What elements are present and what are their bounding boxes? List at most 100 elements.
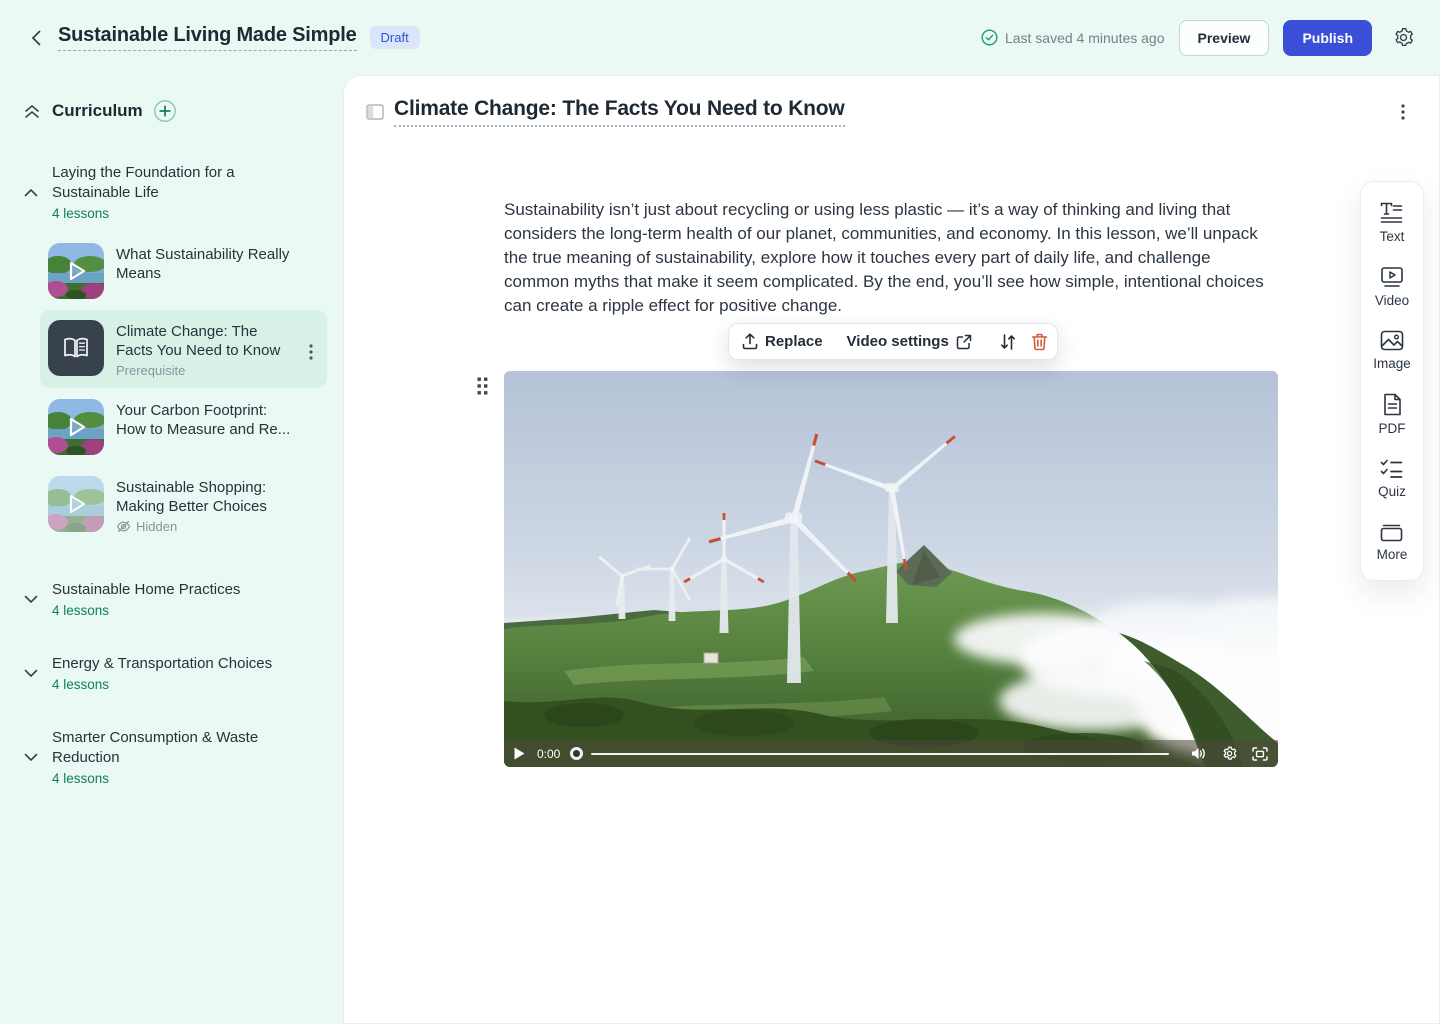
add-quiz-block-button[interactable]: Quiz	[1378, 458, 1406, 499]
add-pdf-block-button[interactable]: PDF	[1379, 393, 1406, 436]
fullscreen-button[interactable]	[1252, 747, 1268, 761]
play-overlay-icon	[48, 476, 104, 532]
course-title[interactable]: Sustainable Living Made Simple	[58, 24, 357, 51]
plus-circle-icon	[153, 99, 177, 123]
app-header: Sustainable Living Made Simple Draft Las…	[0, 0, 1440, 75]
chevron-down-icon	[24, 595, 38, 604]
open-book-icon	[62, 336, 90, 360]
video-quality-button[interactable]	[1222, 746, 1237, 761]
section-lesson-count: 4 lessons	[52, 771, 282, 786]
section-expand-button[interactable]	[24, 728, 40, 786]
volume-icon	[1191, 747, 1207, 760]
section-title[interactable]: Sustainable Home Practices	[52, 580, 240, 600]
lesson-title: What Sustainability Really Means	[116, 245, 296, 283]
replace-video-button[interactable]: Replace	[742, 333, 823, 350]
video-block-toolbar: Replace Video settings	[728, 323, 1058, 360]
gear-icon	[1222, 746, 1237, 761]
chevron-left-icon	[31, 30, 41, 46]
video-settings-button[interactable]: Video settings	[847, 333, 972, 350]
lesson-menu-button[interactable]	[309, 344, 313, 360]
lesson-title: Your Carbon Footprint: How to Measure an…	[116, 401, 296, 439]
volume-button[interactable]	[1191, 747, 1207, 760]
text-block-icon	[1380, 202, 1403, 224]
palette-item-label: PDF	[1379, 421, 1406, 436]
add-image-block-button[interactable]: Image	[1373, 330, 1411, 371]
lesson-subtitle: Prerequisite	[116, 363, 296, 378]
add-section-button[interactable]	[153, 99, 177, 123]
play-icon	[514, 747, 525, 760]
curriculum-section[interactable]: Smarter Consumption & Waste Reduction 4 …	[16, 728, 327, 786]
publish-button[interactable]: Publish	[1283, 20, 1372, 56]
play-overlay-icon	[48, 399, 104, 455]
gear-icon	[1393, 27, 1414, 48]
section-expand-button[interactable]	[24, 580, 40, 618]
palette-item-label: Text	[1380, 229, 1405, 244]
add-text-block-button[interactable]: Text	[1380, 202, 1405, 244]
video-player[interactable]: 0:00	[504, 371, 1278, 767]
sort-arrows-icon	[999, 333, 1017, 351]
eye-off-icon	[116, 520, 131, 533]
pdf-block-icon	[1383, 393, 1402, 416]
more-blocks-button[interactable]: More	[1377, 521, 1408, 562]
section-lesson-count: 4 lessons	[52, 677, 272, 692]
status-badge: Draft	[370, 26, 420, 49]
lesson-title-heading[interactable]: Climate Change: The Facts You Need to Kn…	[394, 97, 845, 127]
lesson-list: What Sustainability Really Means Climate…	[40, 233, 327, 544]
lesson-item-sustainable-shopping[interactable]: Sustainable Shopping: Making Better Choi…	[40, 466, 327, 544]
curriculum-section[interactable]: Laying the Foundation for a Sustainable …	[16, 163, 327, 221]
scrubber-knob[interactable]	[570, 747, 583, 760]
double-chevron-up-icon	[24, 104, 40, 119]
collapse-all-button[interactable]	[24, 104, 40, 119]
saved-status-text: Last saved 4 minutes ago	[1005, 30, 1165, 46]
section-title[interactable]: Energy & Transportation Choices	[52, 654, 272, 674]
curriculum-section[interactable]: Sustainable Home Practices 4 lessons	[16, 580, 327, 618]
play-button[interactable]	[514, 747, 525, 760]
lesson-item-carbon-footprint[interactable]: Your Carbon Footprint: How to Measure an…	[40, 389, 327, 465]
lesson-item-climate-change[interactable]: Climate Change: The Facts You Need to Kn…	[40, 310, 327, 388]
block-drag-handle[interactable]	[473, 373, 491, 399]
progress-track[interactable]	[591, 753, 1169, 755]
video-control-bar: 0:00	[504, 740, 1278, 767]
palette-item-label: More	[1377, 547, 1408, 562]
lesson-title: Sustainable Shopping: Making Better Choi…	[116, 478, 296, 516]
delete-block-button[interactable]	[1028, 333, 1051, 351]
check-circle-icon	[981, 29, 998, 46]
section-collapse-button[interactable]	[24, 163, 40, 221]
lesson-video-thumbnail	[48, 399, 104, 455]
section-title[interactable]: Smarter Consumption & Waste Reduction	[52, 728, 282, 768]
palette-item-label: Video	[1375, 293, 1409, 308]
lesson-options-button[interactable]	[1390, 99, 1416, 125]
image-block-icon	[1380, 330, 1404, 351]
sidebar-toggle-button[interactable]	[362, 99, 388, 125]
lesson-video-thumbnail	[48, 476, 104, 532]
preview-button[interactable]: Preview	[1179, 20, 1270, 56]
replace-label: Replace	[765, 333, 823, 350]
lesson-item-what-sustainability[interactable]: What Sustainability Really Means	[40, 233, 327, 309]
curriculum-title: Curriculum	[52, 101, 143, 121]
lesson-reading-tile	[48, 320, 104, 376]
lesson-header: Climate Change: The Facts You Need to Kn…	[362, 97, 1416, 127]
lesson-title: Climate Change: The Facts You Need to Kn…	[116, 322, 296, 360]
quiz-block-icon	[1380, 458, 1403, 479]
lesson-intro-paragraph[interactable]: Sustainability isn’t just about recyclin…	[504, 198, 1280, 318]
chevron-down-icon	[24, 753, 38, 762]
add-video-block-button[interactable]: Video	[1375, 266, 1409, 308]
chevron-up-icon	[24, 188, 38, 197]
section-expand-button[interactable]	[24, 654, 40, 692]
panel-toggle-icon	[366, 104, 384, 120]
chevron-down-icon	[24, 669, 38, 678]
lesson-subtitle: Hidden	[136, 519, 177, 534]
saved-status: Last saved 4 minutes ago	[981, 29, 1165, 46]
curriculum-section[interactable]: Energy & Transportation Choices 4 lesson…	[16, 654, 327, 692]
drag-grip-icon	[477, 377, 488, 396]
fullscreen-icon	[1252, 747, 1268, 761]
back-button[interactable]	[22, 24, 50, 52]
block-palette: Text Video Image PDF	[1360, 181, 1424, 581]
palette-item-label: Quiz	[1378, 484, 1406, 499]
settings-button[interactable]	[1388, 23, 1418, 53]
trash-icon	[1031, 333, 1048, 351]
move-block-button[interactable]	[996, 333, 1020, 351]
section-title[interactable]: Laying the Foundation for a Sustainable …	[52, 163, 282, 203]
video-block-icon	[1380, 266, 1404, 288]
video-settings-label: Video settings	[847, 333, 949, 350]
